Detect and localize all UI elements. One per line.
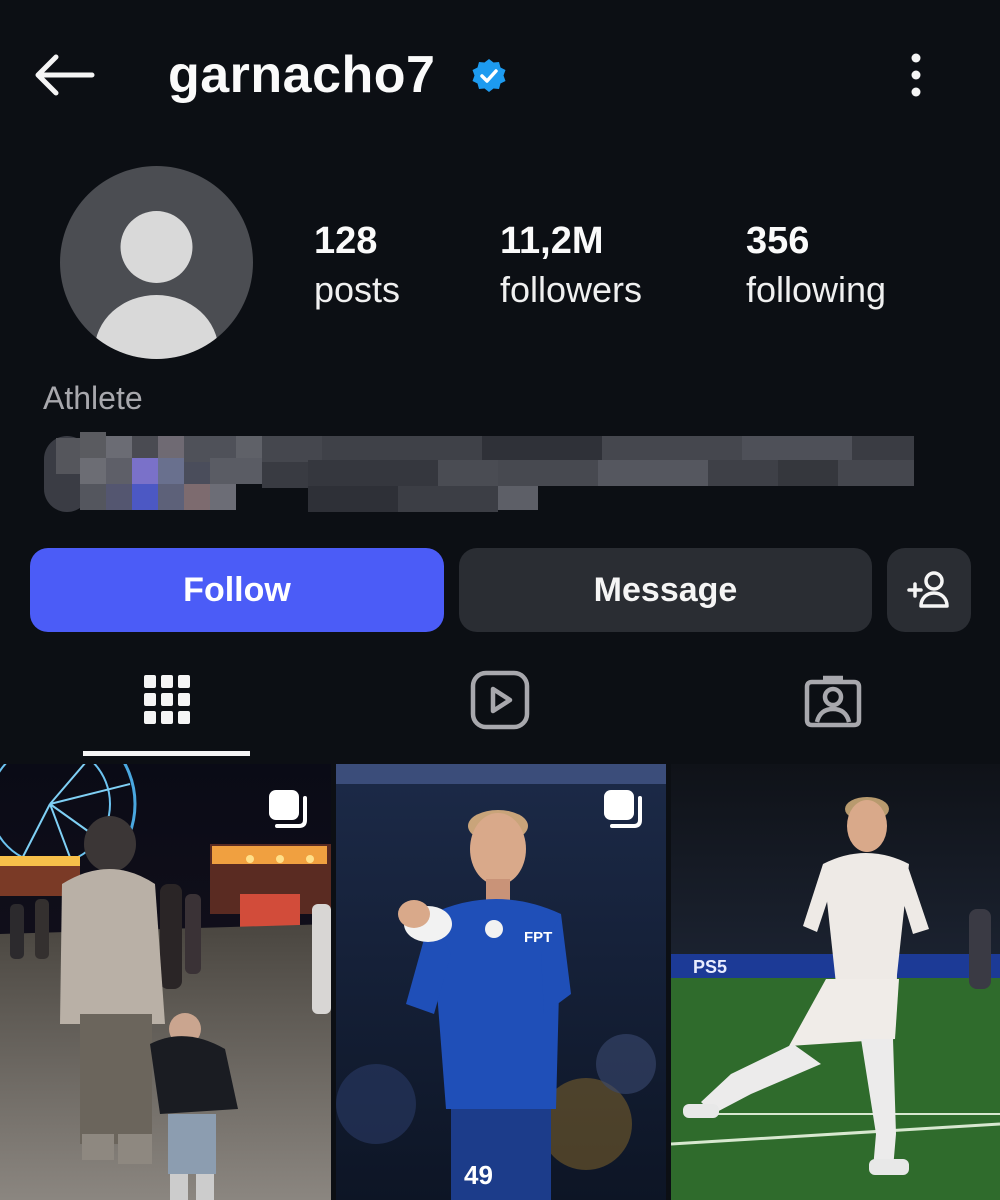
suggest-users-button[interactable] <box>887 548 971 632</box>
sponsor-text: FPT <box>524 929 552 946</box>
reels-play-icon <box>470 670 530 730</box>
add-person-icon <box>907 571 949 608</box>
followers-count: 11,2M <box>500 220 604 262</box>
carousel-icon <box>269 790 307 828</box>
following-label: following <box>746 269 887 310</box>
board-text: PS5 <box>693 957 727 977</box>
grid-icon <box>144 675 190 724</box>
stat-posts[interactable]: 128 posts <box>314 218 400 316</box>
tab-reels[interactable] <box>460 660 540 740</box>
stat-followers[interactable]: 11,2M followers <box>500 218 642 316</box>
following-count: 356 <box>746 220 810 262</box>
post-thumbnail[interactable]: FPT 49 <box>336 764 666 1200</box>
back-button[interactable] <box>30 50 96 100</box>
tab-posts-grid[interactable] <box>127 660 207 740</box>
avatar[interactable] <box>60 166 253 359</box>
more-vertical-icon <box>911 53 921 97</box>
more-options-button[interactable] <box>896 50 936 100</box>
post-thumbnail[interactable] <box>0 764 331 1200</box>
message-button-label: Message <box>593 570 738 609</box>
post-image-player-white: PS5 <box>671 764 1000 1200</box>
svg-text:49: 49 <box>464 1160 493 1190</box>
posts-count: 128 <box>314 220 378 262</box>
tagged-user-icon <box>804 675 862 728</box>
stat-following[interactable]: 356 following <box>746 218 886 316</box>
message-button[interactable]: Message <box>459 548 872 632</box>
arrow-left-icon <box>35 54 95 96</box>
profile-username: garnacho7 <box>168 46 436 104</box>
follow-button[interactable]: Follow <box>30 548 444 632</box>
follow-button-label: Follow <box>183 570 291 609</box>
verified-badge-icon <box>470 57 508 95</box>
posts-label: posts <box>314 269 401 310</box>
post-thumbnail[interactable]: PS5 <box>671 764 1000 1200</box>
default-avatar-icon <box>94 211 219 359</box>
carousel-icon <box>604 790 642 828</box>
profile-category: Athlete <box>43 380 143 416</box>
tab-tagged[interactable] <box>793 660 873 740</box>
followers-label: followers <box>500 269 643 310</box>
bio-redacted <box>44 432 914 514</box>
active-tab-indicator <box>83 751 250 756</box>
